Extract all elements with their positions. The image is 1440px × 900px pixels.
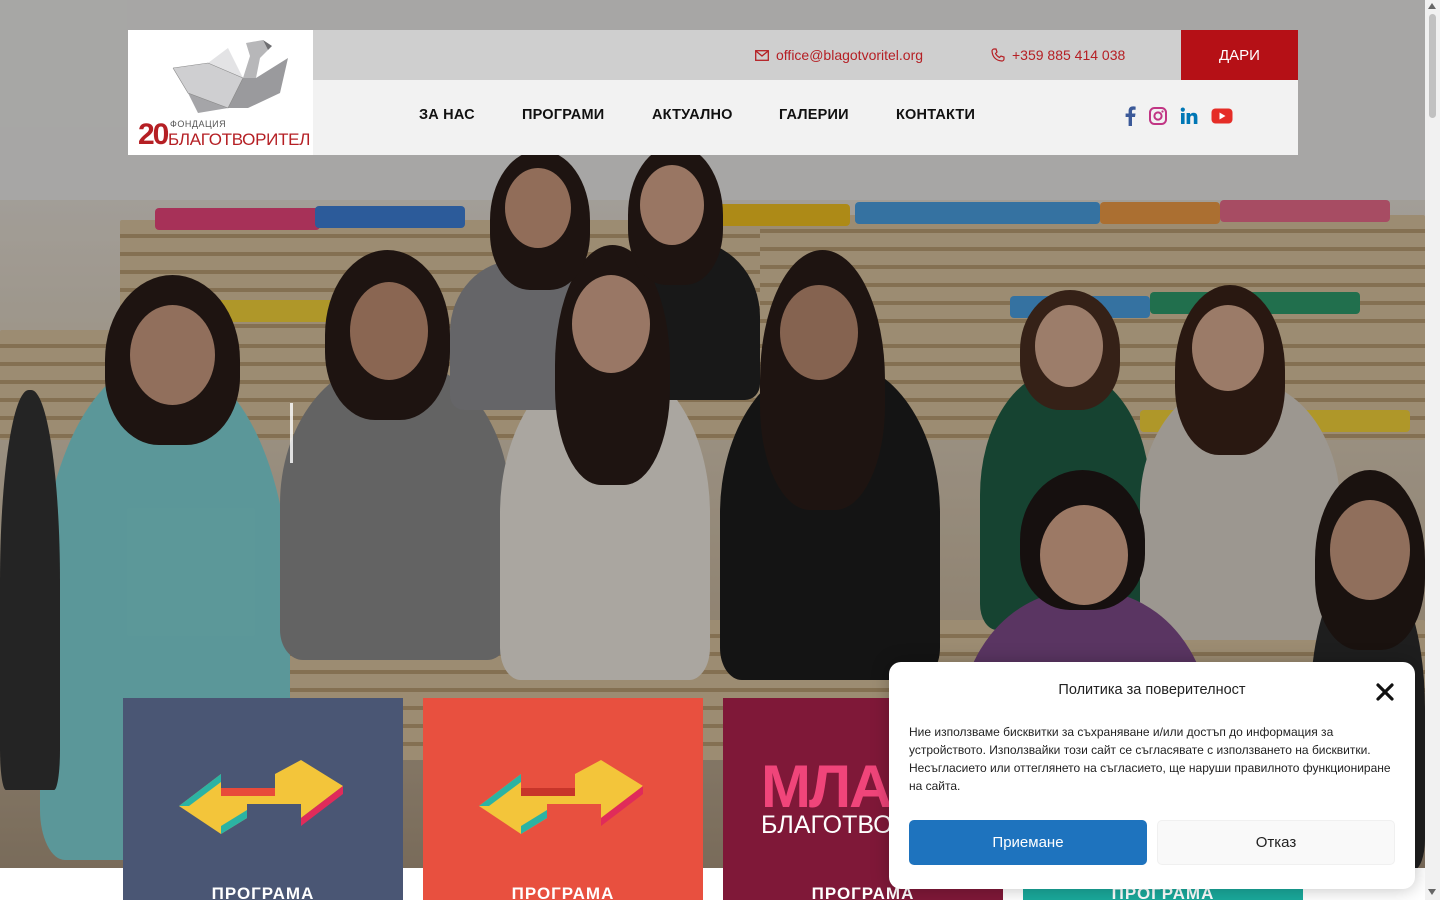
program-card[interactable]: ПРОГРАМА [423,698,703,900]
instagram-icon[interactable] [1146,104,1170,128]
cookie-dialog-title: Политика за поверителност [1058,682,1246,698]
arrows-logo-icon [479,760,643,834]
program-card[interactable]: ПРОГРАМА [123,698,403,900]
logo-name: БЛАГОТВОРИТЕЛ [168,130,311,149]
scrollbar-thumb[interactable] [1429,14,1436,118]
envelope-icon [755,49,769,61]
phone-icon [991,48,1005,62]
email-link[interactable]: office@blagotvoritel.org [755,47,923,63]
logo-years: 20 [138,118,169,151]
nav-contacts[interactable]: КОНТАКТИ [896,107,975,123]
youtube-icon[interactable] [1210,104,1234,128]
nav-galleries[interactable]: ГАЛЕРИИ [779,107,849,123]
contact-bar: office@blagotvoritel.org +359 885 414 03… [313,30,1181,80]
linkedin-icon[interactable] [1177,104,1201,128]
nav-about[interactable]: ЗА НАС [419,107,475,123]
donate-button[interactable]: ДАРИ [1181,30,1298,80]
arrows-logo-icon [179,760,343,834]
main-nav: ЗА НАС ПРОГРАМИ АКТУАЛНО ГАЛЕРИИ КОНТАКТ… [313,80,1298,155]
cookie-consent-dialog: Политика за поверителност Ние използваме… [889,662,1415,889]
nav-programs[interactable]: ПРОГРАМИ [522,107,604,123]
email-text: office@blagotvoritel.org [776,47,924,63]
scroll-down-icon[interactable] [1428,889,1436,895]
deny-button[interactable]: Отказ [1157,820,1395,865]
nav-news[interactable]: АКТУАЛНО [652,107,733,123]
card-title: ПРОГРАМА [511,884,615,900]
site-logo[interactable]: 20 ФОНДАЦИЯ БЛАГОТВОРИТЕЛ [128,30,313,155]
phone-text: +359 885 414 038 [1012,47,1126,63]
blagotvoritel-logo-text: БЛАГОТВО [761,811,893,839]
logo-foundation-label: ФОНДАЦИЯ [170,119,227,129]
scroll-up-icon[interactable] [1428,3,1436,9]
page-scrollbar[interactable] [1425,0,1440,900]
accept-button[interactable]: Приемане [909,820,1147,865]
slider-indicator[interactable] [290,403,293,463]
cookie-dialog-text: Ние използваме бисквитки за съхраняване … [909,725,1391,793]
card-title: ПРОГРАМА [211,884,315,900]
close-icon[interactable] [1375,682,1395,702]
phone-link[interactable]: +359 885 414 038 [991,47,1125,63]
swan-logo-icon [172,40,288,113]
facebook-icon[interactable] [1118,104,1142,128]
